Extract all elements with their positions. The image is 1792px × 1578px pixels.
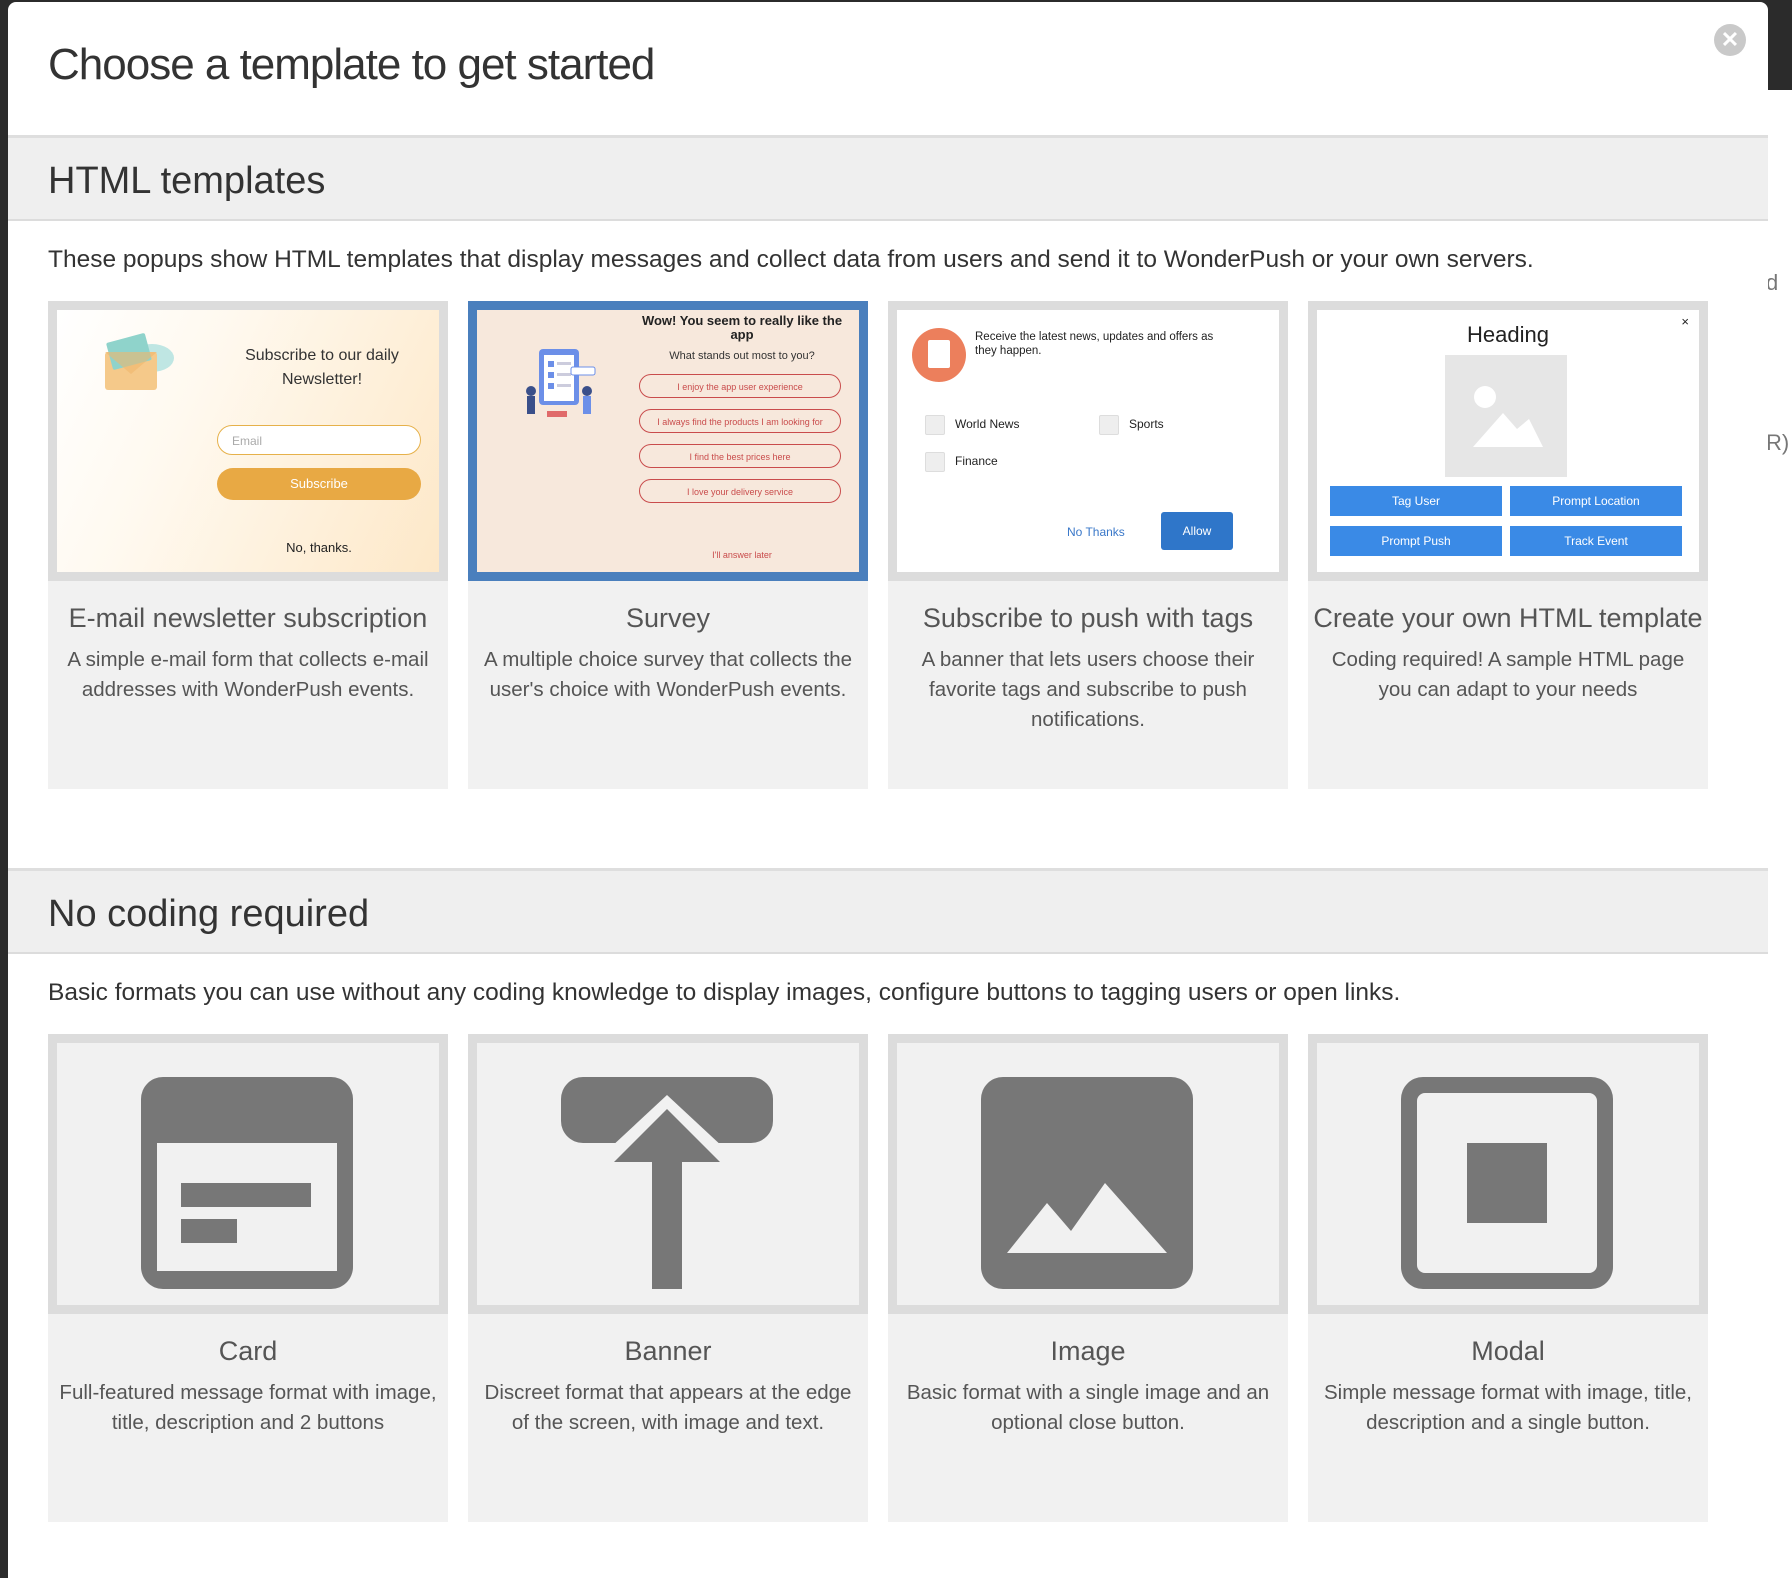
preview-checkbox (1099, 415, 1119, 435)
card-format-icon (141, 1077, 353, 1289)
section-header-no-coding: No coding required (8, 868, 1768, 954)
card-title: Create your own HTML template (1313, 603, 1703, 633)
preview-button: Prompt Push (1330, 526, 1502, 556)
preview-allow-button: Allow (1161, 512, 1233, 550)
preview-button: Tag User (1330, 486, 1502, 516)
background-text-fragment: R) (1766, 430, 1790, 455)
section-heading: HTML templates (48, 160, 326, 202)
news-logo-icon (912, 328, 966, 382)
preview-tag-label: Sports (1129, 417, 1164, 431)
preview-heading: Wow! You seem to really like the app (641, 313, 843, 342)
image-placeholder-icon (1445, 355, 1567, 477)
card-title: Card (218, 1336, 278, 1366)
preview-checkbox (925, 415, 945, 435)
modal-title: Choose a template to get started (48, 40, 655, 89)
card-title: Subscribe to push with tags (922, 603, 1254, 633)
card-title: Banner (624, 1336, 712, 1366)
card-description: Simple message format with image, title,… (1324, 1381, 1692, 1434)
modal-format-icon (1401, 1077, 1613, 1289)
preview-option: I always find the products I am looking … (639, 409, 841, 433)
section-description: These popups show HTML templates that di… (48, 246, 1534, 273)
preview-message: Receive the latest news, updates and off… (975, 331, 1214, 357)
card-title: Modal (1471, 1336, 1545, 1366)
template-preview: Subscribe to our daily Newsletter! Email… (48, 301, 448, 581)
card-description: A simple e-mail form that collects e-mai… (67, 648, 429, 701)
section-description: Basic formats you can use without any co… (48, 979, 1401, 1006)
banner-format-icon (561, 1077, 773, 1289)
preview-button: Prompt Location (1510, 486, 1682, 516)
card-description: Discreet format that appears at the edge… (484, 1381, 852, 1434)
preview-tag-label: World News (955, 417, 1020, 431)
preview-decline-link: No, thanks. (286, 540, 352, 555)
preview-option: I love your delivery service (639, 479, 841, 503)
format-preview (1308, 1034, 1708, 1314)
preview-button: Track Event (1510, 526, 1682, 556)
template-preview-selected: Wow! You seem to really like the app Wha… (468, 301, 868, 581)
card-description: A banner that lets users choose their fa… (921, 648, 1255, 731)
preview-subscribe-button: Subscribe (217, 468, 421, 500)
section-heading: No coding required (48, 893, 370, 935)
survey-illustration-icon (526, 349, 596, 417)
format-card-banner[interactable]: Banner Discreet format that appears at t… (468, 1034, 868, 1522)
template-card-push-tags[interactable]: Receive the latest news, updates and off… (888, 301, 1288, 789)
envelope-illustration-icon (105, 333, 174, 390)
preview-heading: Heading (1467, 322, 1549, 347)
format-preview (468, 1034, 868, 1314)
card-title: Image (1050, 1336, 1126, 1366)
card-title: E-mail newsletter subscription (68, 603, 428, 633)
preview-option: I find the best prices here (639, 444, 841, 468)
background-page-edge: d R) (1766, 90, 1792, 1578)
preview-question: What stands out most to you? (669, 350, 815, 362)
format-card-modal[interactable]: Modal Simple message format with image, … (1308, 1034, 1708, 1522)
format-preview (888, 1034, 1288, 1314)
template-preview: Receive the latest news, updates and off… (888, 301, 1288, 581)
preview-later-link: I'll answer later (712, 550, 772, 560)
template-card-newsletter[interactable]: Subscribe to our daily Newsletter! Email… (48, 301, 448, 789)
format-card-image[interactable]: Image Basic format with a single image a… (888, 1034, 1288, 1522)
card-description: Coding required! A sample HTML page you … (1331, 648, 1685, 701)
template-chooser-modal: ✕ Choose a template to get started HTML … (8, 2, 1768, 1578)
template-preview: × Heading Tag User Prompt Location Promp… (1308, 301, 1708, 581)
preview-email-field: Email (217, 425, 421, 455)
preview-heading: Subscribe to our daily Newsletter! (245, 347, 399, 388)
format-preview (48, 1034, 448, 1314)
close-icon[interactable]: ✕ (1714, 24, 1746, 56)
card-title: Survey (625, 603, 711, 633)
template-card-survey[interactable]: Wow! You seem to really like the app Wha… (468, 301, 868, 789)
template-card-custom-html[interactable]: × Heading Tag User Prompt Location Promp… (1308, 301, 1708, 789)
preview-tag-label: Finance (955, 454, 998, 468)
card-description: Full-featured message format with image,… (59, 1381, 437, 1434)
card-description: A multiple choice survey that collects t… (483, 648, 853, 701)
card-description: Basic format with a single image and an … (906, 1381, 1270, 1434)
image-format-icon (981, 1077, 1193, 1289)
section-header-html-templates: HTML templates (8, 135, 1768, 221)
preview-option: I enjoy the app user experience (639, 374, 841, 398)
preview-decline-link: No Thanks (1067, 525, 1125, 539)
format-card-card[interactable]: Card Full-featured message format with i… (48, 1034, 448, 1522)
preview-checkbox (925, 452, 945, 472)
